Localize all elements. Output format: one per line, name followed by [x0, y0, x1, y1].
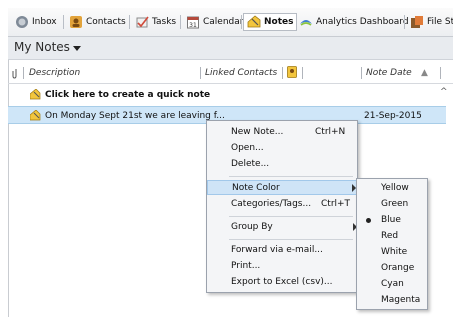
- menu-item-label: Delete...: [231, 159, 270, 169]
- column-note-date[interactable]: Note Date: [366, 68, 412, 78]
- menu-item-label: Blue: [381, 215, 401, 225]
- toolbar-calendar-button[interactable]: 31 Calendar: [183, 13, 246, 31]
- menu-item-label: Green: [381, 199, 409, 209]
- toolbar-notes-button[interactable]: Notes: [243, 13, 298, 31]
- inbox-icon: [15, 15, 29, 29]
- toolbar-divider: [180, 15, 181, 29]
- note-icon: [29, 88, 41, 103]
- column-header-row: Description Linked Contacts Note Date ▲: [8, 63, 453, 84]
- toolbar-divider: [129, 15, 130, 29]
- color-option-white[interactable]: White: [357, 245, 427, 260]
- menu-item-forward[interactable]: Forward via e-mail...: [207, 243, 357, 258]
- notes-header: My Notes: [8, 37, 453, 60]
- menu-item-label: Export to Excel (csv)...: [231, 277, 333, 287]
- menu-divider: [229, 216, 353, 217]
- menu-item-label: Open...: [231, 143, 264, 153]
- quick-note-row[interactable]: Click here to create a quick note: [8, 86, 446, 104]
- toolbar-tasks-label: Tasks: [152, 17, 177, 27]
- toolbar-divider: [404, 15, 405, 29]
- color-option-yellow[interactable]: Yellow: [357, 181, 427, 196]
- color-option-magenta[interactable]: Magenta: [357, 293, 427, 308]
- menu-item-label: Red: [381, 231, 399, 241]
- toolbar-contacts-label: Contacts: [86, 17, 126, 27]
- note-date: 21-Sep-2015: [364, 111, 422, 121]
- menu-item-label: White: [381, 247, 408, 257]
- menu-item-label: Group By: [231, 222, 273, 232]
- menu-item-print[interactable]: Print...: [207, 259, 357, 274]
- menu-item-label: Note Color: [232, 183, 280, 193]
- menu-shortcut: Ctrl+N: [315, 127, 346, 137]
- toolbar-contacts-button[interactable]: Contacts: [66, 13, 129, 31]
- toolbar-tasks-button[interactable]: Tasks: [132, 13, 179, 31]
- column-divider: [23, 67, 24, 79]
- menu-item-label: Forward via e-mail...: [231, 245, 323, 255]
- selected-bullet-icon: [366, 218, 371, 223]
- menu-item-label: Print...: [231, 261, 261, 271]
- menu-item-label: Yellow: [381, 183, 409, 193]
- toolbar-analytics-label: Analytics Dashboard: [316, 17, 409, 27]
- contact-column-icon[interactable]: [287, 66, 297, 81]
- note-icon: [29, 109, 41, 124]
- calendar-icon: 31: [186, 15, 200, 29]
- menu-item-label: Categories/Tags...: [231, 199, 312, 209]
- toolbar-divider: [63, 15, 64, 29]
- sort-ascending-icon: ▲: [421, 68, 428, 78]
- menu-item-delete[interactable]: Delete...: [207, 157, 357, 172]
- menu-item-label: Magenta: [381, 295, 421, 305]
- quick-note-label: Click here to create a quick note: [45, 90, 211, 100]
- column-divider: [200, 67, 201, 79]
- menu-item-note-color[interactable]: Note Color: [207, 180, 357, 195]
- toolbar-analytics-button[interactable]: Analytics Dashboard: [296, 13, 412, 31]
- page-title[interactable]: My Notes: [14, 40, 70, 54]
- file-storage-icon: [410, 15, 424, 29]
- note-description: On Monday Sept 21st we are leaving f...: [45, 111, 225, 121]
- module-toolbar: Inbox Contacts Tasks 31 Calendar Notes A…: [8, 8, 453, 37]
- color-option-orange[interactable]: Orange: [357, 261, 427, 276]
- toolbar-calendar-label: Calendar: [203, 17, 244, 27]
- menu-item-label: Orange: [381, 263, 415, 273]
- menu-item-categories[interactable]: Categories/Tags... Ctrl+T: [207, 197, 357, 212]
- menu-item-label: New Note...: [231, 127, 284, 137]
- toolbar-file-storage-label: File Sto: [427, 17, 453, 27]
- column-linked-contacts[interactable]: Linked Contacts: [205, 68, 277, 78]
- svg-text:31: 31: [189, 22, 197, 29]
- menu-item-open[interactable]: Open...: [207, 141, 357, 156]
- menu-item-group-by[interactable]: Group By: [207, 220, 357, 235]
- chevron-down-icon[interactable]: [73, 46, 81, 51]
- menu-item-new-note[interactable]: New Note... Ctrl+N: [207, 125, 357, 140]
- toolbar-divider: [241, 15, 242, 29]
- analytics-icon: [299, 15, 313, 29]
- tasks-icon: [135, 15, 149, 29]
- toolbar-notes-label: Notes: [264, 17, 294, 27]
- column-divider: [361, 67, 362, 79]
- menu-divider: [229, 239, 353, 240]
- menu-item-label: Cyan: [381, 279, 404, 289]
- contacts-icon: [69, 15, 83, 29]
- column-divider: [282, 67, 283, 79]
- toolbar-inbox-button[interactable]: Inbox: [12, 13, 60, 31]
- attachment-icon[interactable]: [12, 68, 20, 82]
- column-divider: [302, 67, 303, 79]
- column-divider: [440, 67, 441, 79]
- toolbar-inbox-label: Inbox: [32, 17, 57, 27]
- scroll-up-icon[interactable]: ^: [440, 87, 448, 97]
- color-option-cyan[interactable]: Cyan: [357, 277, 427, 292]
- menu-shortcut: Ctrl+T: [321, 199, 351, 209]
- menu-divider: [229, 176, 353, 177]
- context-menu: New Note... Ctrl+N Open... Delete... Not…: [206, 120, 358, 293]
- color-option-green[interactable]: Green: [357, 197, 427, 212]
- column-description[interactable]: Description: [29, 68, 80, 78]
- color-option-blue[interactable]: Blue: [357, 213, 427, 228]
- notes-icon: [247, 15, 261, 29]
- toolbar-file-storage-button[interactable]: File Sto: [407, 13, 453, 31]
- menu-item-export[interactable]: Export to Excel (csv)...: [207, 275, 357, 290]
- color-submenu: Yellow Green Blue Red White Orange Cyan …: [356, 178, 428, 310]
- color-option-red[interactable]: Red: [357, 229, 427, 244]
